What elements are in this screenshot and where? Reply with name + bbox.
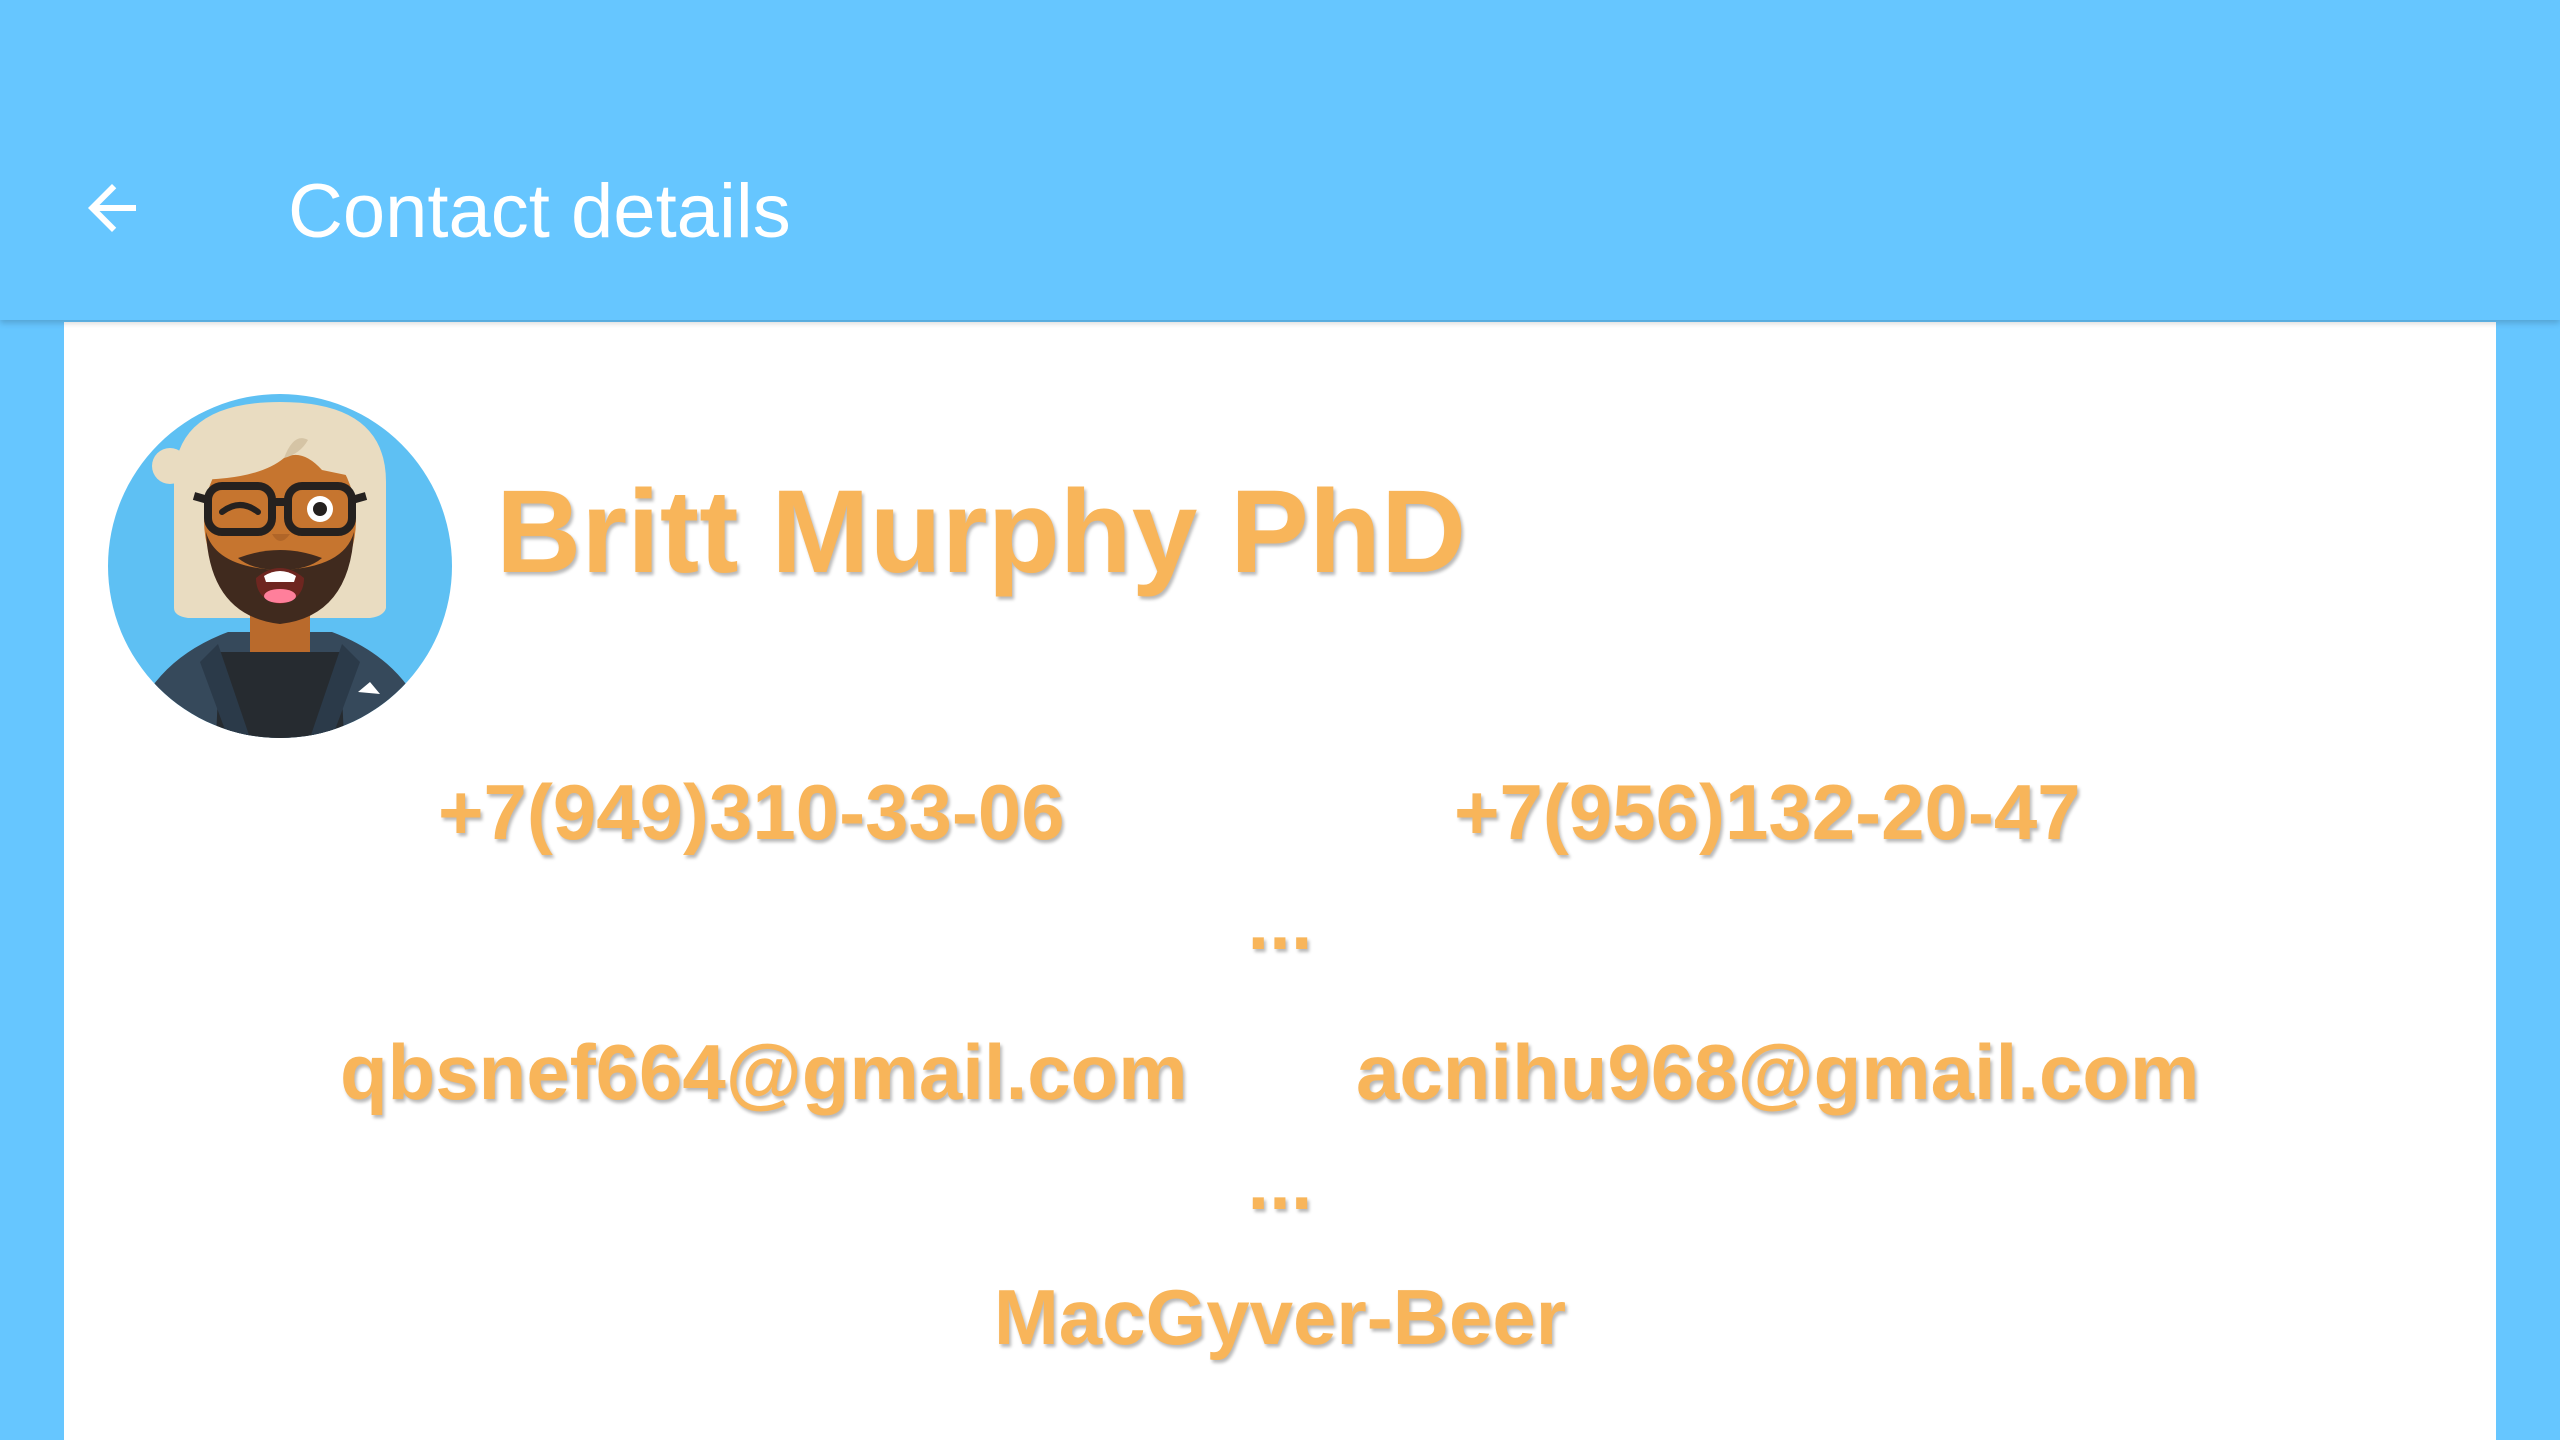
contact-name: Britt Murphy PhD <box>496 466 1467 598</box>
app-bar: Contact details <box>0 0 2560 320</box>
email-address[interactable]: qbsnef664@gmail.com <box>340 1022 1188 1122</box>
back-button[interactable] <box>64 160 160 256</box>
email-address[interactable]: acnihu968@gmail.com <box>1356 1022 2199 1122</box>
more-emails-indicator: ... <box>1247 1138 1313 1226</box>
contact-card: Britt Murphy PhD +7(949)310-33-06 +7(956… <box>64 322 2496 1440</box>
arrow-back-icon <box>88 184 136 232</box>
more-phones-indicator: ... <box>1247 878 1313 966</box>
phone-number[interactable]: +7(949)310-33-06 <box>438 762 1065 862</box>
company-name: MacGyver-Beer <box>993 1273 1567 1361</box>
page-title: Contact details <box>288 169 791 254</box>
person-avatar-icon <box>108 394 452 738</box>
phone-number[interactable]: +7(956)132-20-47 <box>1454 762 2081 862</box>
